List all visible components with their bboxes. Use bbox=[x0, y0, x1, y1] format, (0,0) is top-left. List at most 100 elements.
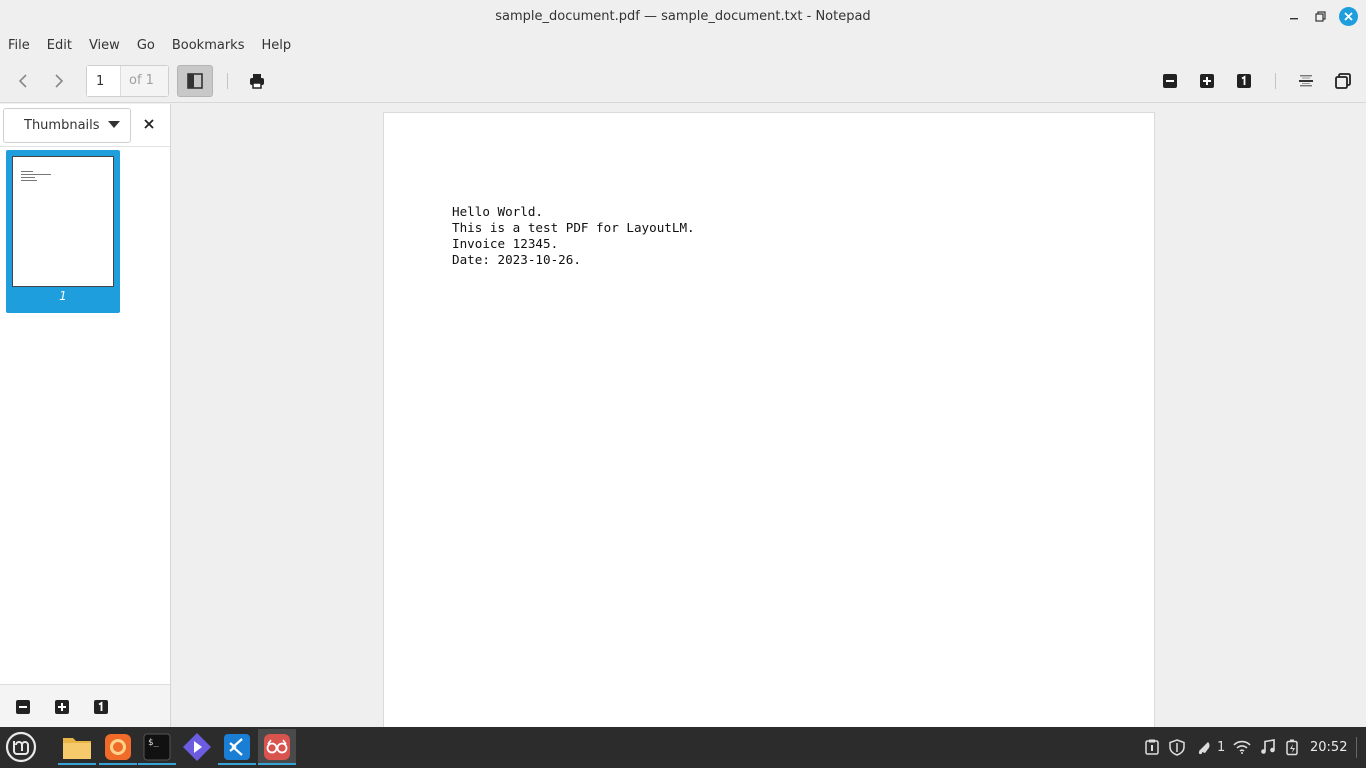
thumbnail-zoom-reset-button[interactable] bbox=[93, 699, 109, 715]
folder-icon bbox=[63, 738, 91, 759]
zoom-out-icon bbox=[1163, 74, 1177, 88]
close-icon bbox=[144, 119, 154, 129]
title-bar[interactable]: sample_document.pdf — sample_document.tx… bbox=[0, 0, 1366, 33]
menu-view[interactable]: View bbox=[89, 33, 120, 59]
sidebar-icon bbox=[187, 73, 203, 89]
bell-icon bbox=[1198, 742, 1210, 755]
caret-down-icon bbox=[108, 121, 120, 128]
tray-sound[interactable] bbox=[1260, 738, 1276, 756]
tray-battery[interactable] bbox=[1286, 738, 1300, 756]
taskbar: $_ 1 20:52 bbox=[0, 727, 1366, 768]
firefox-icon bbox=[105, 734, 131, 760]
tray-shield[interactable] bbox=[1169, 738, 1185, 756]
taskbar-vscode[interactable] bbox=[218, 729, 256, 765]
thumbnail-page-preview bbox=[12, 156, 114, 287]
document-line: This is a test PDF for LayoutLM. bbox=[452, 220, 695, 235]
toolbar-separator bbox=[1275, 73, 1276, 89]
menu-edit[interactable]: Edit bbox=[47, 33, 72, 59]
tray-network[interactable] bbox=[1233, 738, 1251, 756]
zoom-in-button[interactable] bbox=[1195, 69, 1219, 93]
taskbar-launcher[interactable] bbox=[178, 729, 216, 765]
thumbnail-text-lines bbox=[21, 171, 61, 183]
zoom-in-icon bbox=[55, 700, 69, 714]
print-button[interactable] bbox=[244, 69, 270, 93]
continuous-scroll-button[interactable] bbox=[1294, 69, 1318, 93]
thumbnail-zoom-in-button[interactable] bbox=[54, 699, 70, 715]
zoom-out-icon bbox=[16, 700, 30, 714]
notification-count: 1 bbox=[1217, 739, 1226, 755]
dual-page-button[interactable] bbox=[1331, 69, 1355, 93]
running-indicator bbox=[218, 763, 256, 765]
maximize-icon bbox=[1315, 11, 1326, 22]
tray-notifications[interactable]: 1 bbox=[1196, 738, 1225, 756]
thumbnail-zoom-out-button[interactable] bbox=[15, 699, 31, 715]
svg-text:$_: $_ bbox=[148, 738, 159, 748]
battery-charging-icon bbox=[1286, 739, 1298, 755]
sidebar-view-dropdown[interactable]: Thumbnails bbox=[3, 108, 131, 143]
zoom-in-icon bbox=[1200, 74, 1214, 88]
toolbar: of 1 bbox=[0, 59, 1366, 103]
sidebar-view-label: Thumbnails bbox=[24, 118, 100, 133]
app-launcher-icon bbox=[183, 733, 211, 761]
page-number-field: of 1 bbox=[86, 65, 169, 97]
zoom-out-button[interactable] bbox=[1158, 69, 1182, 93]
zoom-reset-icon bbox=[94, 700, 108, 714]
terminal-icon: $_ bbox=[143, 733, 171, 761]
maximize-button[interactable] bbox=[1311, 7, 1330, 26]
tray-clipboard[interactable] bbox=[1145, 738, 1159, 756]
menu-file[interactable]: File bbox=[8, 33, 30, 59]
zoom-reset-button[interactable] bbox=[1232, 69, 1256, 93]
document-line: Hello World. bbox=[452, 204, 543, 219]
running-indicator bbox=[138, 763, 176, 765]
music-note-icon bbox=[1261, 739, 1275, 754]
minimize-button[interactable] bbox=[1284, 7, 1303, 26]
document-view[interactable]: Hello World. This is a test PDF for Layou… bbox=[171, 104, 1366, 727]
document-viewer-window: sample_document.pdf — sample_document.tx… bbox=[0, 0, 1366, 727]
sidebar-close-button[interactable] bbox=[139, 114, 159, 134]
menu-bar: File Edit View Go Bookmarks Help bbox=[0, 33, 1366, 59]
sidebar-panel: Thumbnails 1 bbox=[0, 104, 171, 727]
toolbar-separator bbox=[227, 73, 228, 89]
document-text: Hello World. This is a test PDF for Layou… bbox=[452, 204, 695, 268]
page-number-input[interactable] bbox=[87, 66, 121, 96]
running-indicator bbox=[58, 763, 96, 765]
continuous-icon bbox=[1299, 75, 1313, 87]
taskbar-files[interactable] bbox=[58, 729, 96, 765]
document-line: Date: 2023-10-26. bbox=[452, 252, 581, 267]
page-count-label: of 1 bbox=[121, 66, 168, 96]
shield-icon bbox=[1169, 738, 1185, 756]
taskbar-document-viewer[interactable] bbox=[258, 729, 296, 765]
zoom-reset-icon bbox=[1237, 74, 1251, 88]
menu-bookmarks[interactable]: Bookmarks bbox=[172, 33, 245, 59]
menu-help[interactable]: Help bbox=[261, 33, 291, 59]
window-title: sample_document.pdf — sample_document.tx… bbox=[495, 9, 871, 24]
vscode-icon bbox=[224, 734, 250, 760]
next-icon bbox=[55, 74, 64, 88]
tray-separator bbox=[1356, 737, 1357, 758]
mint-logo-icon bbox=[5, 731, 37, 763]
menu-go[interactable]: Go bbox=[137, 33, 155, 59]
thumbnail-page-number: 1 bbox=[59, 289, 67, 303]
running-indicator bbox=[99, 763, 137, 765]
running-indicator bbox=[258, 763, 296, 765]
taskbar-terminal[interactable]: $_ bbox=[138, 729, 176, 765]
page-thumbnail[interactable]: 1 bbox=[6, 150, 120, 313]
taskbar-firefox[interactable] bbox=[99, 729, 137, 765]
clock[interactable]: 20:52 bbox=[1310, 727, 1347, 768]
clipboard-icon bbox=[1145, 739, 1159, 755]
document-line: Invoice 12345. bbox=[452, 236, 559, 251]
sidebar-zoom-bar bbox=[0, 684, 170, 727]
dual-page-icon bbox=[1335, 73, 1351, 89]
sidebar-toggle-button[interactable] bbox=[177, 65, 213, 97]
prev-icon bbox=[18, 74, 27, 88]
minimize-icon bbox=[1289, 17, 1298, 19]
wifi-icon bbox=[1233, 740, 1251, 754]
document-viewer-icon bbox=[264, 734, 290, 760]
divider bbox=[0, 146, 170, 147]
close-icon bbox=[1344, 12, 1353, 21]
close-window-button[interactable] bbox=[1339, 7, 1358, 26]
next-page-button[interactable] bbox=[46, 69, 72, 93]
start-menu-button[interactable] bbox=[2, 729, 40, 765]
previous-page-button[interactable] bbox=[10, 69, 36, 93]
document-page: Hello World. This is a test PDF for Layou… bbox=[383, 112, 1155, 727]
